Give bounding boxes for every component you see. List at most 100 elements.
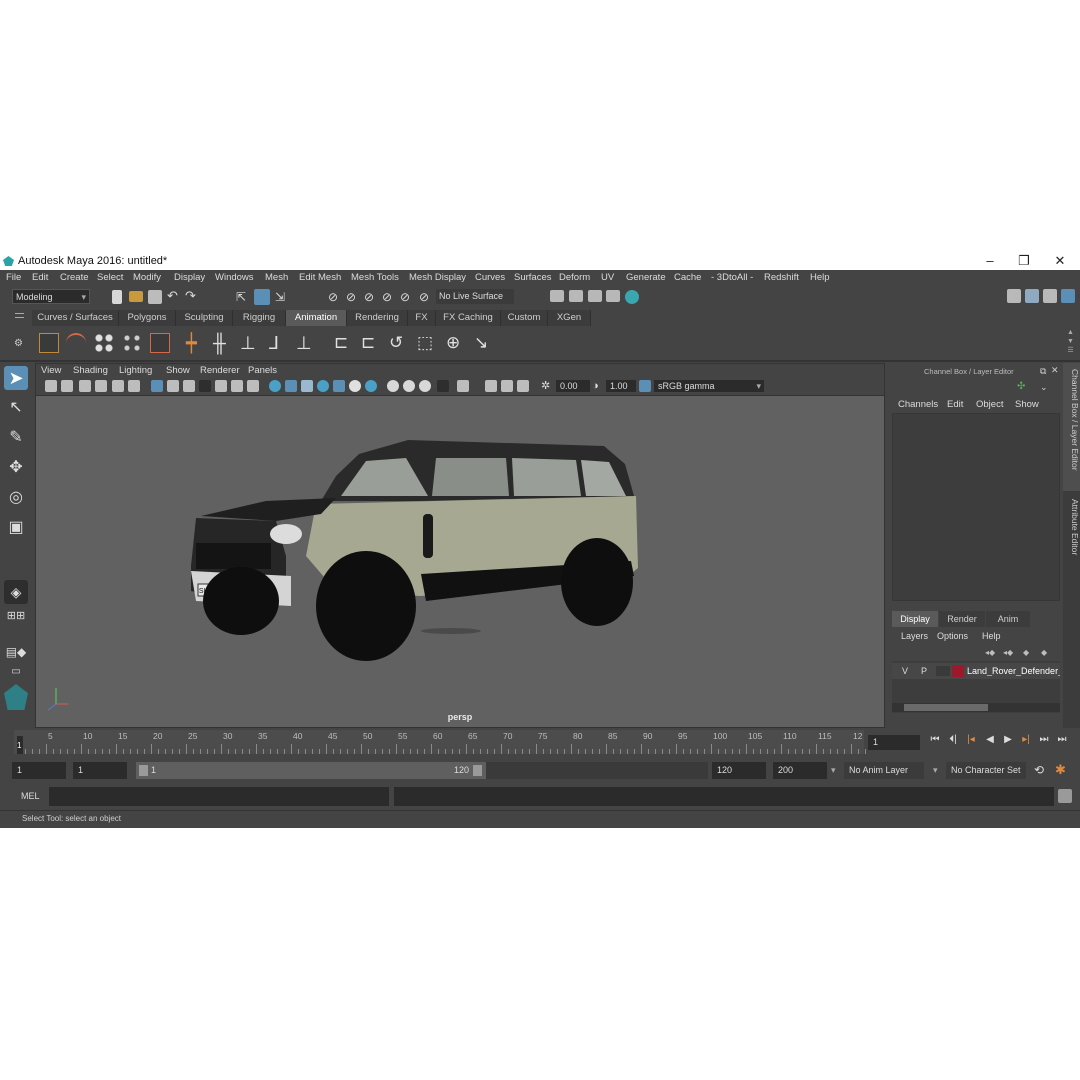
time-ruler[interactable]: 5 10 15 20 25 30 35 40 45 50 55 60 65 70 75 80 85 90 95 100…: [14, 730, 866, 754]
new-layer-icon[interactable]: ◆: [1023, 648, 1033, 657]
perspective-viewport[interactable]: SH MD 666 persp: [36, 396, 884, 727]
scale-tool-icon[interactable]: ▣: [4, 516, 28, 540]
ambient-occlusion-icon[interactable]: [365, 380, 377, 392]
channel-box-menu-object[interactable]: Object: [976, 399, 1003, 410]
resolution-gate-icon[interactable]: [183, 380, 195, 392]
tab-fx[interactable]: FX: [408, 310, 436, 326]
safe-title-icon[interactable]: [247, 380, 259, 392]
wireframe-icon[interactable]: [269, 380, 281, 392]
new-layer-selected-icon[interactable]: ◆: [1041, 648, 1051, 657]
shelf-menu-icon[interactable]: [15, 313, 24, 318]
tab-xgen[interactable]: XGen: [548, 310, 591, 326]
set-key-icon[interactable]: ┿: [186, 333, 206, 353]
character-set-dropdown-arrow[interactable]: ▾: [933, 765, 938, 776]
tab-rendering[interactable]: Rendering: [347, 310, 408, 326]
anim-layer-dropdown-arrow[interactable]: ▾: [831, 765, 836, 776]
layer-menu-layers[interactable]: Layers: [901, 631, 928, 641]
menu-edit-mesh[interactable]: Edit Mesh: [299, 272, 341, 283]
orient-constraint-icon[interactable]: ↺: [389, 333, 409, 353]
menu-redshift[interactable]: Redshift: [764, 272, 799, 283]
xray-joints-icon[interactable]: [501, 380, 513, 392]
shadows-icon[interactable]: [349, 380, 361, 392]
layer-visibility-toggle[interactable]: V: [902, 666, 908, 676]
current-frame-field[interactable]: 1: [868, 735, 920, 750]
image-plane-icon[interactable]: [95, 380, 107, 392]
shelf-scroll-arrows[interactable]: ▲ ▼ ☰: [1066, 328, 1075, 358]
tool-settings-toggle-icon[interactable]: [1043, 289, 1057, 303]
undo-icon[interactable]: ↶: [167, 289, 181, 304]
menu-generate[interactable]: Generate: [626, 272, 666, 283]
tab-animation[interactable]: Animation: [286, 310, 347, 326]
animation-start-field[interactable]: 1: [12, 762, 66, 779]
playblast-icon[interactable]: [39, 333, 59, 353]
smooth-shade-icon[interactable]: [285, 380, 297, 392]
xray-icon[interactable]: [457, 380, 469, 392]
range-start-handle[interactable]: [139, 765, 148, 776]
current-time-marker[interactable]: 1: [17, 736, 23, 754]
new-scene-icon[interactable]: [112, 290, 122, 304]
channel-box-toggle-icon[interactable]: [1061, 289, 1075, 303]
wireframe-on-shaded-icon[interactable]: [301, 380, 313, 392]
bookmarks-icon[interactable]: [79, 380, 91, 392]
motion-trail-icon[interactable]: [66, 333, 86, 353]
layer-playback-toggle[interactable]: P: [921, 666, 927, 676]
joint-tool-icon[interactable]: ⊥: [296, 333, 316, 353]
menu-display[interactable]: Display: [174, 272, 205, 283]
camera-attributes-icon[interactable]: [61, 380, 73, 392]
render-frame-icon[interactable]: [569, 290, 583, 302]
menu-mesh-tools[interactable]: Mesh Tools: [351, 272, 399, 283]
ik-spline-icon[interactable]: ᒧ: [268, 333, 288, 353]
menu-mesh[interactable]: Mesh: [265, 272, 288, 283]
layer-scrollbar-thumb[interactable]: [904, 704, 988, 711]
textured-icon[interactable]: [317, 380, 329, 392]
exposure-field[interactable]: 0.00: [556, 380, 590, 392]
motion-blur-icon[interactable]: [387, 380, 399, 392]
command-language-label[interactable]: MEL: [21, 791, 40, 801]
render-settings-icon[interactable]: [606, 290, 620, 302]
playback-end-field[interactable]: 120: [712, 762, 766, 779]
gate-mask-icon[interactable]: [199, 380, 211, 392]
snap-grid-icon[interactable]: ⊘: [328, 290, 342, 304]
view-transform-dropdown[interactable]: sRGB gamma ▾: [654, 380, 764, 392]
single-perspective-layout-icon[interactable]: ◈: [4, 580, 28, 604]
layer-scrollbar[interactable]: [892, 703, 1060, 712]
step-forward-key-button[interactable]: ▸|: [1020, 734, 1032, 746]
bake-animation-icon[interactable]: [150, 333, 170, 353]
menu-deform[interactable]: Deform: [559, 272, 590, 283]
tab-custom[interactable]: Custom: [501, 310, 548, 326]
pole-vector-icon[interactable]: ↘: [474, 333, 494, 353]
menu-uv[interactable]: UV: [601, 272, 614, 283]
snap-surface-icon[interactable]: ⊘: [400, 290, 414, 304]
go-to-start-button[interactable]: ⏮: [929, 734, 941, 746]
tab-attribute-editor[interactable]: Attribute Editor: [1063, 493, 1080, 573]
aim-constraint-icon[interactable]: ⊕: [446, 333, 466, 353]
depth-of-field-icon[interactable]: [419, 380, 431, 392]
use-all-lights-icon[interactable]: [333, 380, 345, 392]
gamma-icon[interactable]: ◑: [592, 380, 604, 392]
backface-culling-icon[interactable]: [517, 380, 529, 392]
breakdown-key-icon[interactable]: ╫: [213, 333, 233, 353]
play-backwards-button[interactable]: ◀: [984, 734, 996, 746]
menu-help[interactable]: Help: [810, 272, 830, 283]
snap-curve-icon[interactable]: ⊘: [346, 290, 360, 304]
panel-menu-lighting[interactable]: Lighting: [119, 365, 152, 376]
character-set-field[interactable]: No Character Set: [946, 762, 1026, 779]
menu-edit[interactable]: Edit: [32, 272, 48, 283]
range-slider-bar-fill[interactable]: 1 120: [136, 762, 486, 779]
shelf-settings-icon[interactable]: ⚙: [14, 338, 24, 349]
channel-box-menu-channels[interactable]: Channels: [898, 399, 938, 410]
panel-menu-view[interactable]: View: [41, 365, 61, 376]
playback-start-field[interactable]: 1: [73, 762, 127, 779]
safe-action-icon[interactable]: [231, 380, 243, 392]
film-gate-icon[interactable]: [167, 380, 179, 392]
play-forwards-button[interactable]: ▶: [1002, 734, 1014, 746]
tab-sculpting[interactable]: Sculpting: [176, 310, 233, 326]
attribute-editor-toggle-icon[interactable]: [1025, 289, 1039, 303]
layer-menu-help[interactable]: Help: [982, 631, 1001, 641]
persp-outliner-layout-icon[interactable]: ▤◆: [4, 640, 28, 664]
tab-polygons[interactable]: Polygons: [119, 310, 176, 326]
menu-set-dropdown[interactable]: Modeling ▾: [12, 289, 90, 304]
range-end-handle[interactable]: [473, 765, 482, 776]
channel-box-menu-show[interactable]: Show: [1015, 399, 1039, 410]
grid-toggle-icon[interactable]: [151, 380, 163, 392]
